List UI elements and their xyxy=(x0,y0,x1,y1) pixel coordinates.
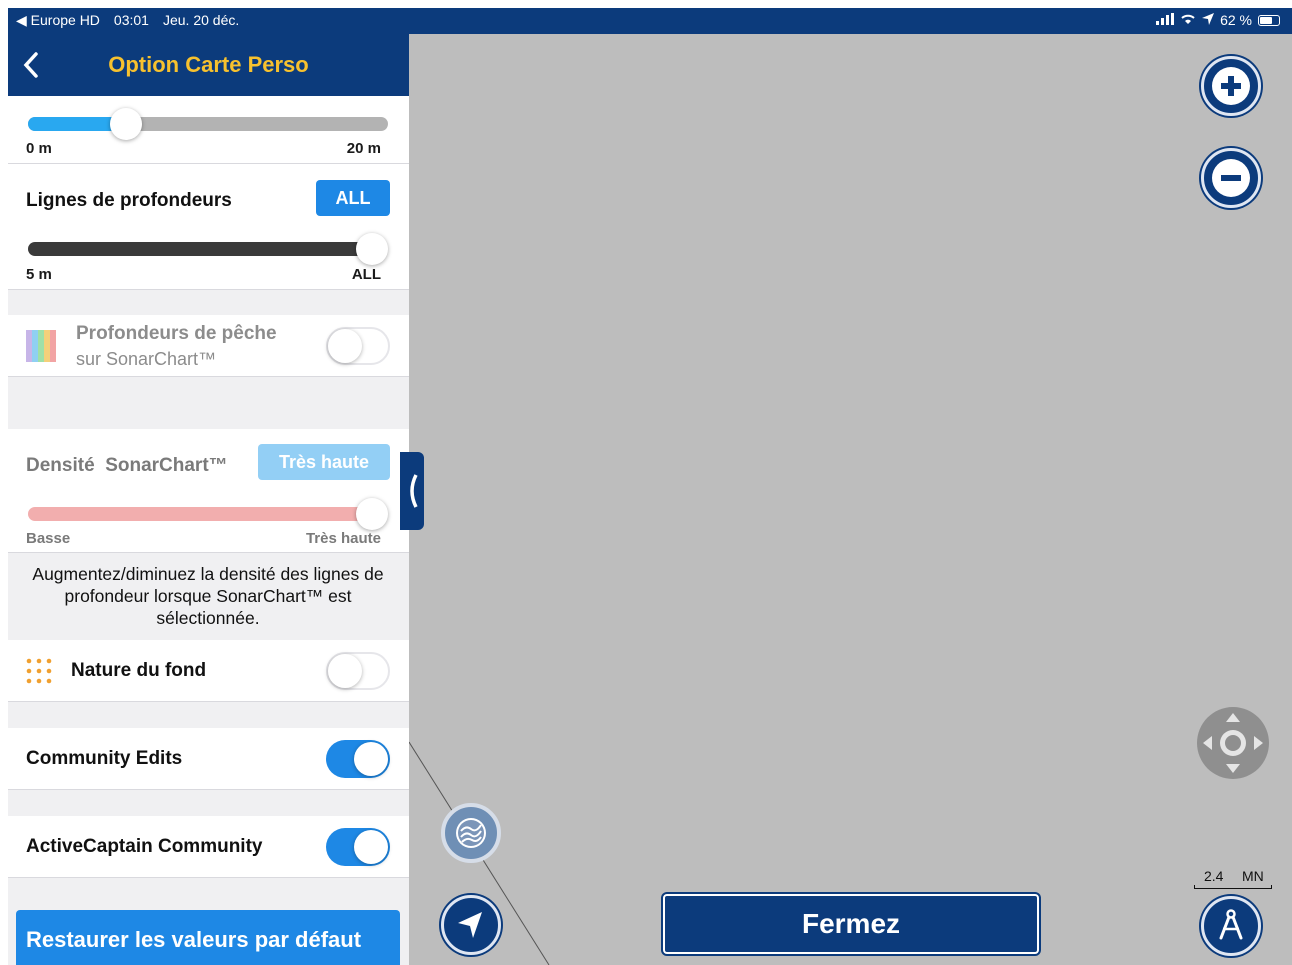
directional-pad-icon[interactable] xyxy=(1197,707,1269,779)
sonar-density-slider-thumb[interactable] xyxy=(356,498,388,530)
panel-collapse-handle[interactable] xyxy=(400,452,424,530)
activecaptain-toggle[interactable] xyxy=(326,828,390,866)
status-bar: ◀ Europe HD 03:01 Jeu. 20 déc. 62 % xyxy=(8,8,1292,34)
community-edits-label: Community Edits xyxy=(26,748,183,769)
bottom-nature-toggle[interactable] xyxy=(326,652,390,690)
depth-lines-label: Lignes de profondeurs xyxy=(26,190,232,211)
shading-min-label: 0 m xyxy=(26,140,52,157)
depth-lines-min-label: 5 m xyxy=(26,266,52,283)
map-track-line xyxy=(409,741,550,965)
signal-icon xyxy=(1156,12,1175,28)
sonar-density-description: Augmentez/diminuez la densité des lignes… xyxy=(32,564,384,628)
settings-panel: Option Carte Perso 0 m 20 m Lignes de pr… xyxy=(8,34,409,965)
battery-icon xyxy=(1258,14,1280,26)
top-strip xyxy=(0,0,1292,8)
compass-icon[interactable] xyxy=(1201,896,1261,956)
map-scale: 2.4 MN xyxy=(1194,868,1272,889)
page-title: Option Carte Perso xyxy=(108,52,309,77)
community-edits-toggle[interactable] xyxy=(326,740,390,778)
battery-percent: 62 % xyxy=(1220,12,1252,28)
activecaptain-label: ActiveCaptain Community xyxy=(26,836,263,857)
status-time: 03:01 xyxy=(113,12,149,28)
bottom-nature-label: Nature du fond xyxy=(71,660,207,681)
nav-bar: Option Carte Perso xyxy=(8,34,409,96)
fishing-depths-title: Profondeurs de pêche xyxy=(76,323,277,344)
scale-unit: MN xyxy=(1242,868,1264,884)
shading-slider-thumb[interactable] xyxy=(110,108,142,140)
bottom-nature-row: Nature du fond xyxy=(8,640,409,702)
depth-lines-slider-track[interactable] xyxy=(28,242,386,256)
fishing-depths-row: Profondeurs de pêche sur SonarChart™ xyxy=(8,315,409,377)
navigation-arrow-icon[interactable] xyxy=(441,895,501,955)
sonar-density-label: Densité SonarChart™ xyxy=(26,455,228,476)
sonar-density-min-label: Basse xyxy=(26,530,71,547)
wifi-icon xyxy=(1180,12,1196,28)
activecaptain-row: ActiveCaptain Community xyxy=(8,816,409,878)
minus-icon[interactable] xyxy=(1201,148,1261,208)
map-area[interactable] xyxy=(409,34,1292,965)
fishing-depths-toggle[interactable] xyxy=(326,327,390,365)
restore-defaults-button[interactable]: Restaurer les valeurs par défaut xyxy=(16,910,400,965)
status-date: Jeu. 20 déc. xyxy=(162,12,240,28)
sonar-layer-icon[interactable] xyxy=(441,803,501,863)
sonar-density-max-label: Très haute xyxy=(305,530,381,547)
sonar-density-chip[interactable]: Très haute xyxy=(258,444,390,480)
depth-lines-max-label: ALL xyxy=(351,266,381,283)
rainbow-layers-icon xyxy=(26,330,56,362)
location-icon xyxy=(1202,12,1215,28)
shading-max-label: 20 m xyxy=(346,140,381,157)
community-edits-row: Community Edits xyxy=(8,728,409,790)
back-to-app-link[interactable]: ◀ Europe HD xyxy=(16,12,100,29)
close-button[interactable]: Fermez xyxy=(663,894,1039,954)
depth-lines-section: Lignes de profondeurs ALL 5 m ALL xyxy=(8,164,409,290)
scale-bar xyxy=(1194,885,1272,889)
sonar-density-section: Densité SonarChart™ Très haute Basse Trè… xyxy=(8,429,409,553)
plus-icon[interactable] xyxy=(1201,56,1261,116)
fishing-depths-subtitle: sur SonarChart™ xyxy=(76,349,217,369)
dotted-grid-icon xyxy=(26,658,54,691)
depth-lines-chip[interactable]: ALL xyxy=(316,180,390,216)
shading-slider-section: 0 m 20 m xyxy=(8,96,409,164)
depth-lines-slider-thumb[interactable] xyxy=(356,233,388,265)
sonar-density-slider-track[interactable] xyxy=(28,507,386,521)
scale-value: 2.4 xyxy=(1204,868,1224,884)
